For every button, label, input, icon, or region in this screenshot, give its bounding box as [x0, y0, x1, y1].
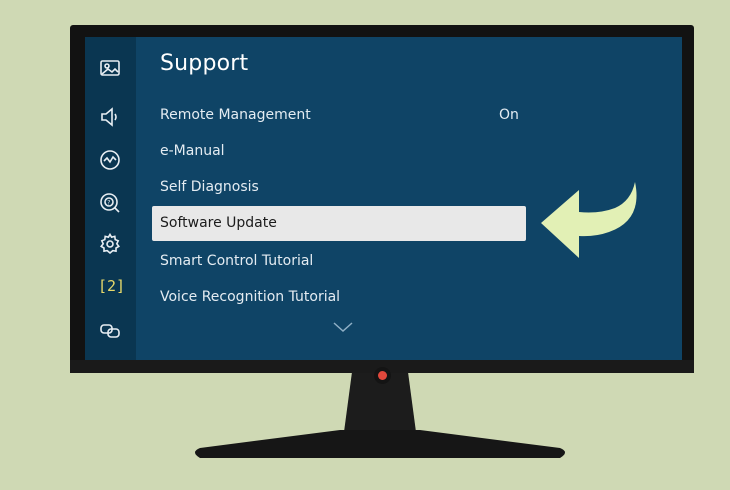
pointer-arrow-icon [541, 182, 637, 258]
accessibility-label: [2] [98, 277, 126, 295]
menu-item-label: Software Update [160, 215, 277, 231]
menu-item-smart-control-tutorial[interactable]: Smart Control Tutorial [160, 244, 530, 278]
menu-item-label: e-Manual [160, 143, 225, 159]
support-icon[interactable]: ? [98, 191, 122, 215]
menu-item-label: Smart Control Tutorial [160, 253, 314, 269]
menu-item-voice-recognition-tutorial[interactable]: Voice Recognition Tutorial [160, 280, 530, 314]
settings-sidebar: ? [2] [85, 37, 136, 360]
accessibility-icon[interactable]: [2] [98, 274, 126, 298]
menu-item-label: Self Diagnosis [160, 179, 259, 195]
menu-item-software-update[interactable]: Software Update [152, 206, 526, 241]
menu-item-label: Remote Management [160, 107, 311, 123]
svg-text:?: ? [107, 200, 110, 207]
broadcast-icon[interactable] [98, 148, 122, 172]
menu-item-value: On [499, 107, 519, 123]
page-title: Support [160, 51, 249, 76]
menu-item-label: Voice Recognition Tutorial [160, 289, 341, 305]
settings-icon[interactable] [98, 232, 122, 256]
sound-icon[interactable] [98, 105, 122, 129]
menu-item-e-manual[interactable]: e-Manual [160, 134, 530, 168]
picture-icon[interactable] [98, 57, 122, 81]
menu-item-remote-management[interactable]: Remote Management On [160, 98, 530, 132]
connection-icon[interactable] [98, 319, 122, 343]
power-led-icon [378, 371, 387, 380]
menu-item-self-diagnosis[interactable]: Self Diagnosis [160, 170, 530, 204]
scroll-down-chevron-icon[interactable] [333, 321, 353, 333]
